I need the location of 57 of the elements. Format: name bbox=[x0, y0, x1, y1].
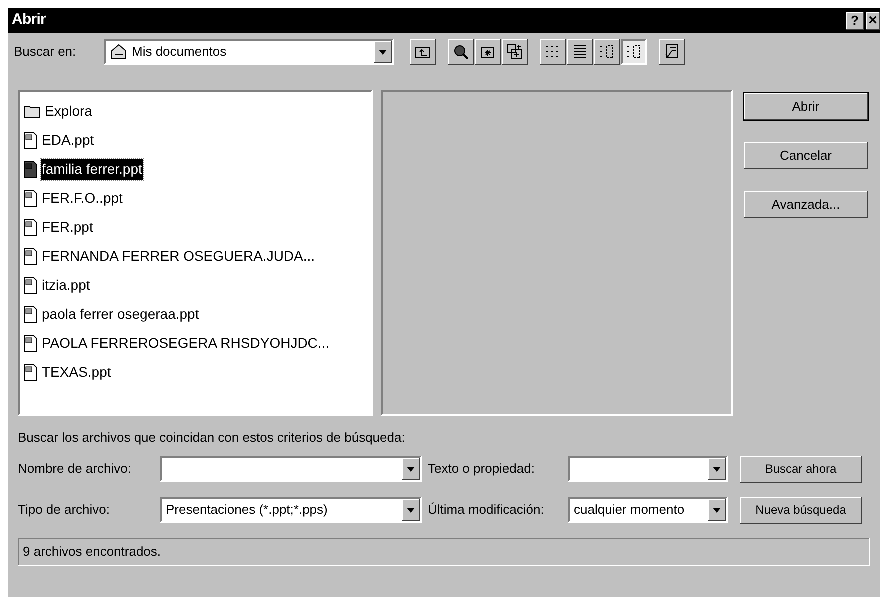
file-item[interactable]: itzia.ppt bbox=[24, 271, 370, 300]
window-title: Abrir bbox=[12, 10, 46, 30]
dropdown-field[interactable]: cualquier momento bbox=[568, 497, 728, 523]
criteria-heading: Buscar los archivos que coincidan con estos criterios de búsqueda: bbox=[18, 429, 406, 447]
view-list-icon bbox=[626, 44, 642, 60]
toolbar-button[interactable] bbox=[621, 39, 647, 65]
new-search-button[interactable]: Nueva búsqueda bbox=[740, 496, 862, 524]
file-item[interactable]: FERNANDA FERRER OSEGUERA.JUDA... bbox=[24, 242, 370, 271]
help-button[interactable]: ? bbox=[846, 12, 864, 30]
file-item[interactable]: EDA.ppt bbox=[24, 126, 370, 155]
dropdown-arrow-button[interactable] bbox=[402, 499, 420, 521]
view-list-icon bbox=[572, 44, 588, 60]
file-item[interactable]: TEXAS.ppt bbox=[24, 358, 370, 387]
close-button[interactable]: × bbox=[866, 12, 880, 30]
dropdown-arrow-button[interactable] bbox=[708, 499, 726, 521]
folder-icon bbox=[24, 104, 41, 119]
dropdown-field[interactable]: Presentaciones (*.ppt;*.pps) bbox=[160, 497, 422, 523]
file-item[interactable]: FER.ppt bbox=[24, 213, 370, 242]
search-now-button[interactable]: Buscar ahora bbox=[740, 456, 862, 482]
field-label: Nombre de archivo: bbox=[18, 460, 132, 478]
look-in-label: Buscar en: bbox=[14, 43, 78, 62]
field-label: Última modificación: bbox=[428, 501, 546, 520]
dropdown-arrow-button[interactable] bbox=[402, 458, 420, 480]
field-label: Texto o propiedad: bbox=[428, 460, 536, 478]
document-icon bbox=[24, 306, 38, 324]
dropdown-field[interactable] bbox=[160, 456, 422, 482]
add-favorite-icon bbox=[507, 44, 523, 60]
document-icon bbox=[24, 190, 38, 208]
document-icon bbox=[24, 218, 38, 236]
document-icon bbox=[24, 276, 38, 294]
dropdown-arrow-button[interactable] bbox=[708, 458, 726, 480]
document-icon bbox=[24, 364, 38, 382]
file-item[interactable]: familia ferrer.ppt bbox=[24, 155, 370, 184]
file-item[interactable]: paola ferrer osegeraa.ppt bbox=[24, 300, 370, 329]
document-icon bbox=[24, 248, 38, 266]
dialog-button[interactable]: Avanzada... bbox=[744, 191, 868, 218]
dialog-button[interactable]: Abrir bbox=[744, 93, 868, 120]
document-icon bbox=[24, 132, 38, 150]
field-label: Tipo de archivo: bbox=[18, 501, 112, 520]
status-text: 9 archivos encontrados. bbox=[23, 542, 162, 561]
document-icon bbox=[24, 160, 38, 178]
document-check-icon bbox=[664, 44, 680, 60]
view-list-icon bbox=[545, 44, 561, 60]
caret-icon bbox=[407, 508, 415, 512]
caret-icon bbox=[379, 50, 387, 54]
dropdown-arrow-button[interactable] bbox=[374, 41, 392, 63]
dialog-button[interactable]: Cancelar bbox=[744, 142, 868, 169]
caret-icon bbox=[407, 466, 415, 472]
view-list-icon bbox=[599, 44, 615, 60]
file-item[interactable]: PAOLA FERREROSEGERA RHSDYOHJDC... bbox=[24, 329, 370, 358]
file-item[interactable]: FER.F.O..ppt bbox=[24, 184, 370, 213]
document-icon bbox=[24, 334, 38, 352]
dropdown-field[interactable] bbox=[568, 456, 728, 482]
dropdown-field[interactable]: Mis documentos bbox=[104, 39, 394, 65]
caret-icon bbox=[713, 508, 721, 512]
caret-icon bbox=[713, 466, 721, 472]
file-item[interactable]: Explora bbox=[24, 97, 370, 126]
